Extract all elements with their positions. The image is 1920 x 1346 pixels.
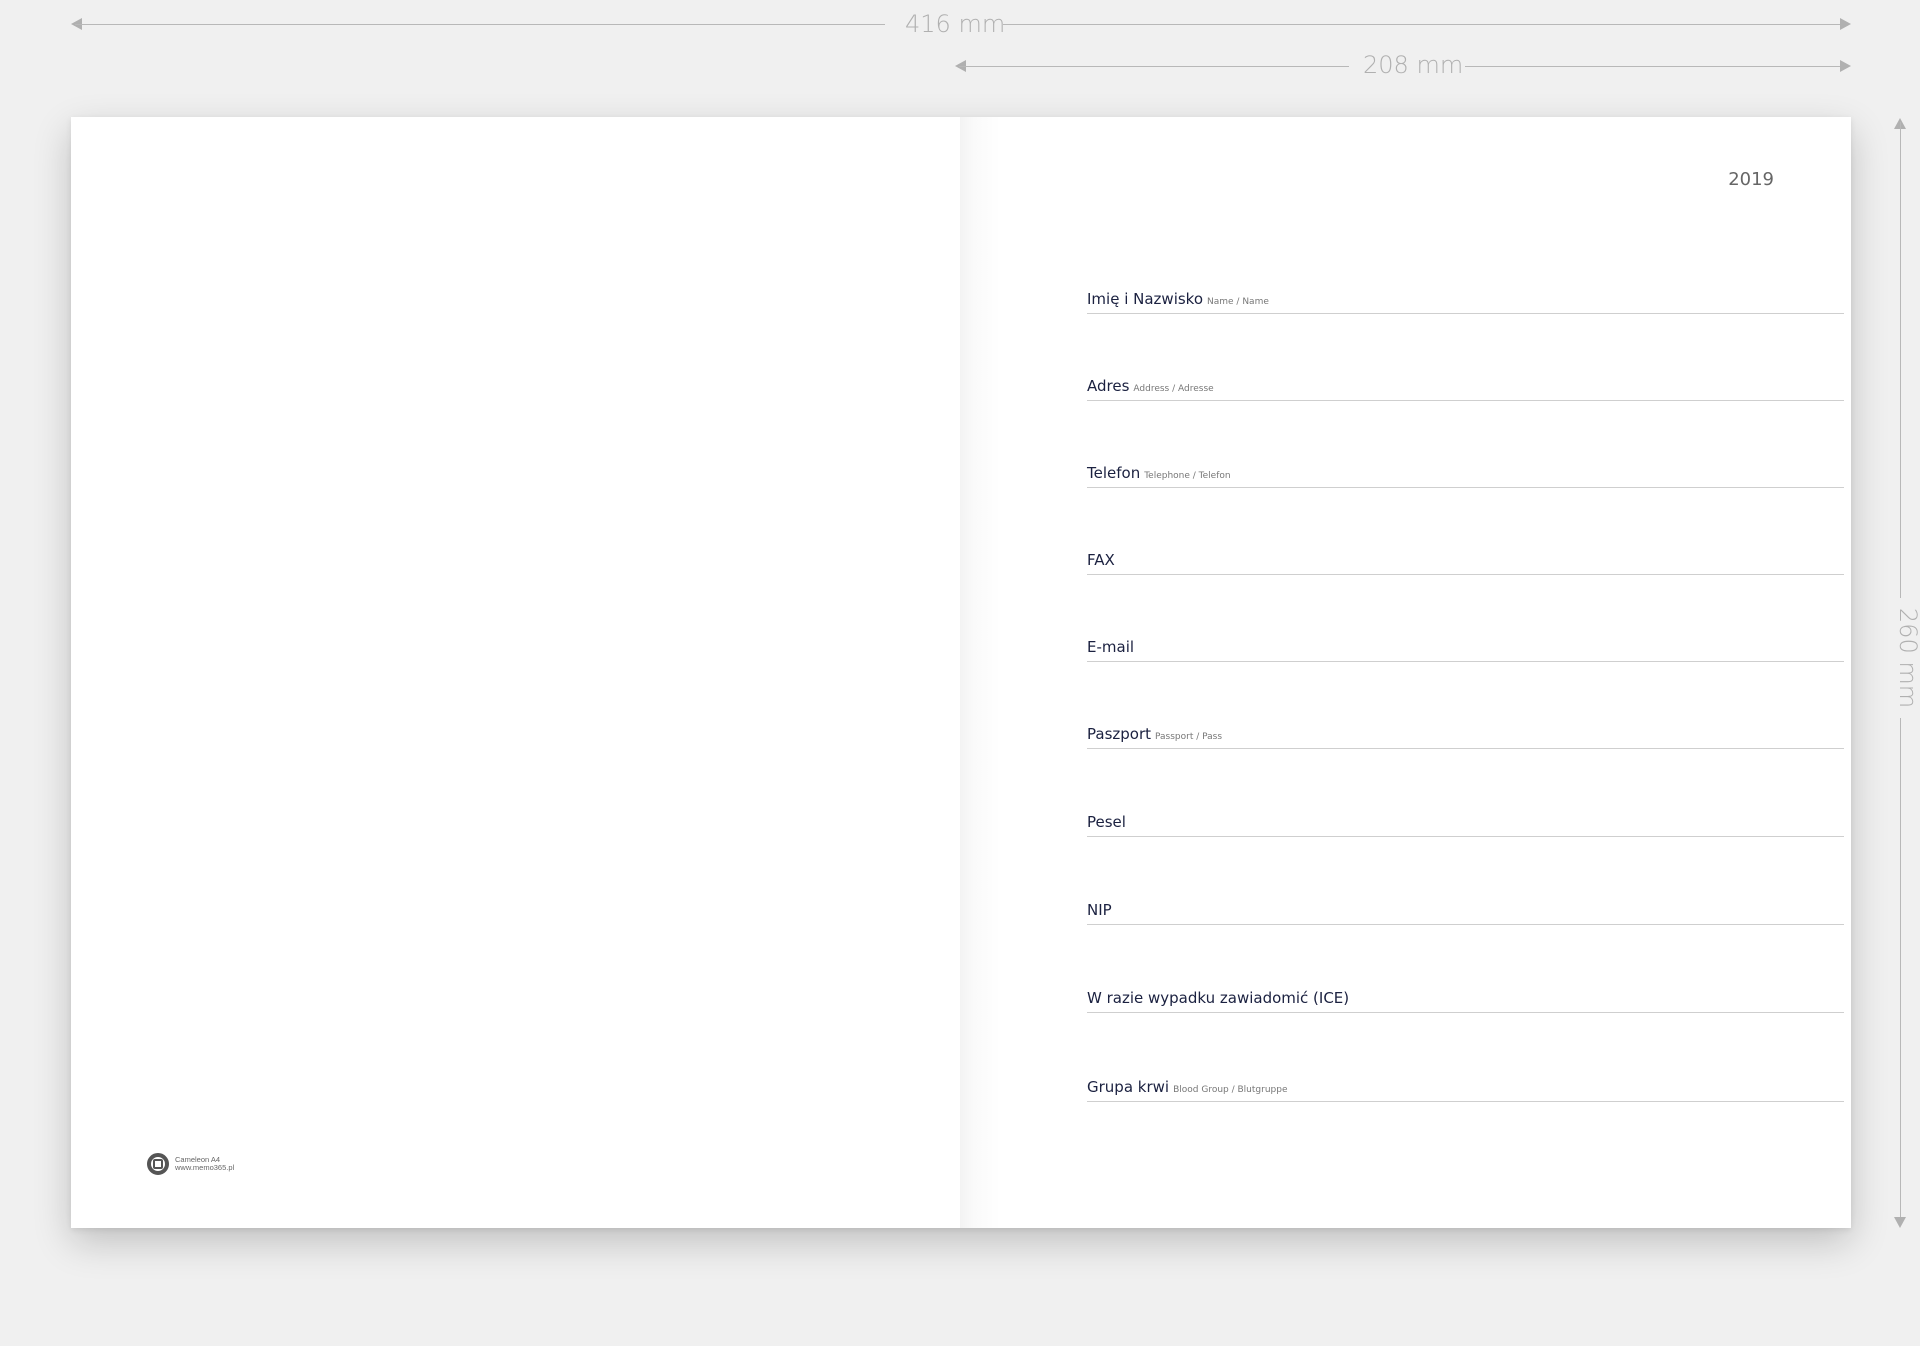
field-address[interactable]: Adres Address / Adresse xyxy=(1087,372,1844,401)
field-sublabel: Name / Name xyxy=(1207,297,1269,307)
field-nip[interactable]: NIP xyxy=(1087,896,1844,925)
field-telephone[interactable]: Telefon Telephone / Telefon xyxy=(1087,459,1844,488)
left-page: Cameleon A4 www.memo365.pl xyxy=(71,117,960,1228)
dimension-total-width: 416 mm xyxy=(71,10,1851,38)
arrow-down-icon xyxy=(1894,1217,1906,1228)
field-blood-group[interactable]: Grupa krwi Blood Group / Blutgruppe xyxy=(1087,1073,1844,1102)
dimension-page-width-label: 208 mm xyxy=(1363,51,1464,79)
logo-text: Cameleon A4 www.memo365.pl xyxy=(175,1156,234,1172)
logo-line-2: www.memo365.pl xyxy=(175,1163,235,1172)
field-label: Grupa krwi Blood Group / Blutgruppe xyxy=(1087,1078,1288,1096)
field-sublabel: Telephone / Telefon xyxy=(1144,471,1231,481)
field-pesel[interactable]: Pesel xyxy=(1087,808,1844,837)
notebook-spread: Cameleon A4 www.memo365.pl 2019 Imię i N… xyxy=(71,117,1851,1228)
field-label: Imię i Nazwisko Name / Name xyxy=(1087,290,1269,308)
field-email[interactable]: E-mail xyxy=(1087,633,1844,662)
field-label: W razie wypadku zawiadomić (ICE) xyxy=(1087,989,1350,1007)
dimension-page-width: 208 mm xyxy=(955,51,1851,79)
right-page: 2019 Imię i Nazwisko Name / Name Adres Add… xyxy=(960,117,1851,1228)
brand-logo: Cameleon A4 www.memo365.pl xyxy=(147,1153,234,1175)
field-name[interactable]: Imię i Nazwisko Name / Name xyxy=(1087,285,1844,314)
dimension-height-label: 260 mm xyxy=(1894,607,1920,709)
field-sublabel: Passport / Pass xyxy=(1155,732,1223,742)
field-label: FAX xyxy=(1087,551,1115,569)
field-label: E-mail xyxy=(1087,638,1135,656)
field-label: Adres Address / Adresse xyxy=(1087,377,1214,395)
field-sublabel: Address / Adresse xyxy=(1133,384,1214,394)
field-label: Telefon Telephone / Telefon xyxy=(1087,464,1231,482)
field-passport[interactable]: Paszport Passport / Pass xyxy=(1087,720,1844,749)
dimension-total-width-label: 416 mm xyxy=(905,10,1006,38)
memo-logo-icon xyxy=(147,1153,169,1175)
dimension-height: 260 mm xyxy=(1888,118,1920,1228)
arrow-right-icon xyxy=(1840,18,1851,30)
year-label: 2019 xyxy=(1728,169,1774,190)
field-label: NIP xyxy=(1087,901,1112,919)
field-fax[interactable]: FAX xyxy=(1087,546,1844,575)
field-sublabel: Blood Group / Blutgruppe xyxy=(1173,1085,1288,1095)
field-label: Paszport Passport / Pass xyxy=(1087,725,1223,743)
field-ice[interactable]: W razie wypadku zawiadomić (ICE) xyxy=(1087,984,1844,1013)
field-label: Pesel xyxy=(1087,813,1126,831)
arrow-right-icon xyxy=(1840,60,1851,72)
